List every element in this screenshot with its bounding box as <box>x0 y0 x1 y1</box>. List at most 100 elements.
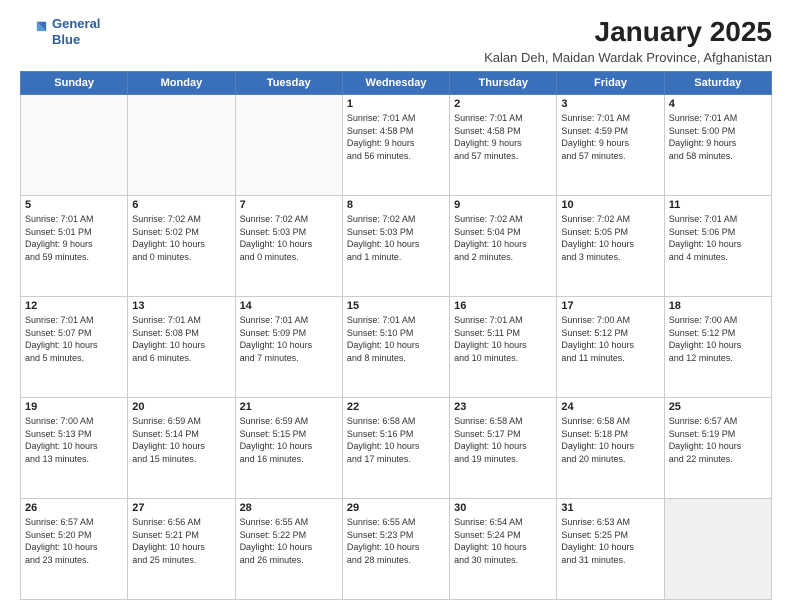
calendar-cell: 10 Sunrise: 7:02 AM Sunset: 5:05 PM Dayli… <box>557 196 664 297</box>
calendar-cell: 30 Sunrise: 6:54 AM Sunset: 5:24 PM Dayli… <box>450 499 557 600</box>
day-number: 13 <box>132 300 230 312</box>
day-number: 16 <box>454 300 552 312</box>
cell-info: Sunrise: 6:58 AM Sunset: 5:18 PM Dayligh… <box>561 415 659 465</box>
cell-info: Sunrise: 7:01 AM Sunset: 5:09 PM Dayligh… <box>240 314 338 364</box>
header: General Blue January 2025 Kalan Deh, Mai… <box>20 16 772 65</box>
calendar-cell: 22 Sunrise: 6:58 AM Sunset: 5:16 PM Dayli… <box>342 398 449 499</box>
day-number: 20 <box>132 401 230 413</box>
cell-info: Sunrise: 7:02 AM Sunset: 5:04 PM Dayligh… <box>454 213 552 263</box>
calendar-week-row: 26 Sunrise: 6:57 AM Sunset: 5:20 PM Dayli… <box>21 499 772 600</box>
cell-info: Sunrise: 7:01 AM Sunset: 5:01 PM Dayligh… <box>25 213 123 263</box>
calendar-cell: 4 Sunrise: 7:01 AM Sunset: 5:00 PM Daylig… <box>664 95 771 196</box>
calendar-cell: 31Sunrise: 6:53 AM Sunset: 5:25 PM Dayli… <box>557 499 664 600</box>
cell-info: Sunrise: 6:57 AM Sunset: 5:20 PM Dayligh… <box>25 516 123 566</box>
calendar-cell: 12Sunrise: 7:01 AM Sunset: 5:07 PM Dayli… <box>21 297 128 398</box>
calendar-cell: 25Sunrise: 6:57 AM Sunset: 5:19 PM Dayli… <box>664 398 771 499</box>
weekday-header: Thursday <box>450 72 557 95</box>
day-number: 19 <box>25 401 123 413</box>
calendar-cell <box>21 95 128 196</box>
day-number: 9 <box>454 199 552 211</box>
cell-info: Sunrise: 7:01 AM Sunset: 4:58 PM Dayligh… <box>454 112 552 162</box>
cell-info: Sunrise: 7:02 AM Sunset: 5:03 PM Dayligh… <box>240 213 338 263</box>
day-number: 21 <box>240 401 338 413</box>
cell-info: Sunrise: 7:01 AM Sunset: 5:11 PM Dayligh… <box>454 314 552 364</box>
calendar-cell: 6Sunrise: 7:02 AM Sunset: 5:02 PM Daylig… <box>128 196 235 297</box>
cell-info: Sunrise: 7:02 AM Sunset: 5:05 PM Dayligh… <box>561 213 659 263</box>
calendar-cell: 27Sunrise: 6:56 AM Sunset: 5:21 PM Dayli… <box>128 499 235 600</box>
calendar-cell <box>664 499 771 600</box>
weekday-header: Monday <box>128 72 235 95</box>
calendar-cell: 21 Sunrise: 6:59 AM Sunset: 5:15 PM Dayli… <box>235 398 342 499</box>
main-title: January 2025 <box>484 16 772 48</box>
day-number: 3 <box>561 98 659 110</box>
calendar-cell <box>128 95 235 196</box>
cell-info: Sunrise: 6:58 AM Sunset: 5:17 PM Dayligh… <box>454 415 552 465</box>
day-number: 4 <box>669 98 767 110</box>
weekday-header: Tuesday <box>235 72 342 95</box>
calendar-cell: 7 Sunrise: 7:02 AM Sunset: 5:03 PM Daylig… <box>235 196 342 297</box>
day-number: 22 <box>347 401 445 413</box>
weekday-header: Sunday <box>21 72 128 95</box>
calendar-cell: 28Sunrise: 6:55 AM Sunset: 5:22 PM Dayli… <box>235 499 342 600</box>
cell-info: Sunrise: 6:58 AM Sunset: 5:16 PM Dayligh… <box>347 415 445 465</box>
day-number: 5 <box>25 199 123 211</box>
day-number: 23 <box>454 401 552 413</box>
day-number: 2 <box>454 98 552 110</box>
day-number: 28 <box>240 502 338 514</box>
calendar-cell: 11Sunrise: 7:01 AM Sunset: 5:06 PM Dayli… <box>664 196 771 297</box>
day-number: 10 <box>561 199 659 211</box>
day-number: 7 <box>240 199 338 211</box>
day-number: 26 <box>25 502 123 514</box>
cell-info: Sunrise: 7:00 AM Sunset: 5:12 PM Dayligh… <box>561 314 659 364</box>
calendar-cell: 15Sunrise: 7:01 AM Sunset: 5:10 PM Dayli… <box>342 297 449 398</box>
calendar-week-row: 1 Sunrise: 7:01 AM Sunset: 4:58 PM Daylig… <box>21 95 772 196</box>
calendar-cell: 18 Sunrise: 7:00 AM Sunset: 5:12 PM Dayli… <box>664 297 771 398</box>
weekday-header: Friday <box>557 72 664 95</box>
cell-info: Sunrise: 7:01 AM Sunset: 5:07 PM Dayligh… <box>25 314 123 364</box>
cell-info: Sunrise: 7:01 AM Sunset: 4:59 PM Dayligh… <box>561 112 659 162</box>
cell-info: Sunrise: 6:59 AM Sunset: 5:15 PM Dayligh… <box>240 415 338 465</box>
cell-info: Sunrise: 7:02 AM Sunset: 5:02 PM Dayligh… <box>132 213 230 263</box>
day-number: 1 <box>347 98 445 110</box>
cell-info: Sunrise: 7:01 AM Sunset: 4:58 PM Dayligh… <box>347 112 445 162</box>
cell-info: Sunrise: 7:00 AM Sunset: 5:12 PM Dayligh… <box>669 314 767 364</box>
calendar-cell: 5 Sunrise: 7:01 AM Sunset: 5:01 PM Daylig… <box>21 196 128 297</box>
cell-info: Sunrise: 6:56 AM Sunset: 5:21 PM Dayligh… <box>132 516 230 566</box>
day-number: 8 <box>347 199 445 211</box>
day-number: 15 <box>347 300 445 312</box>
weekday-header: Saturday <box>664 72 771 95</box>
weekday-header: Wednesday <box>342 72 449 95</box>
title-section: January 2025 Kalan Deh, Maidan Wardak Pr… <box>484 16 772 65</box>
day-number: 31 <box>561 502 659 514</box>
cell-info: Sunrise: 7:02 AM Sunset: 5:03 PM Dayligh… <box>347 213 445 263</box>
calendar-cell: 16 Sunrise: 7:01 AM Sunset: 5:11 PM Dayli… <box>450 297 557 398</box>
calendar-cell: 14Sunrise: 7:01 AM Sunset: 5:09 PM Dayli… <box>235 297 342 398</box>
calendar-week-row: 5 Sunrise: 7:01 AM Sunset: 5:01 PM Daylig… <box>21 196 772 297</box>
calendar-cell: 26 Sunrise: 6:57 AM Sunset: 5:20 PM Dayli… <box>21 499 128 600</box>
day-number: 29 <box>347 502 445 514</box>
day-number: 25 <box>669 401 767 413</box>
day-number: 30 <box>454 502 552 514</box>
calendar-cell <box>235 95 342 196</box>
cell-info: Sunrise: 7:01 AM Sunset: 5:00 PM Dayligh… <box>669 112 767 162</box>
calendar-cell: 19 Sunrise: 7:00 AM Sunset: 5:13 PM Dayli… <box>21 398 128 499</box>
calendar-header-row: SundayMondayTuesdayWednesdayThursdayFrid… <box>21 72 772 95</box>
calendar-cell: 24Sunrise: 6:58 AM Sunset: 5:18 PM Dayli… <box>557 398 664 499</box>
calendar-week-row: 19 Sunrise: 7:00 AM Sunset: 5:13 PM Dayli… <box>21 398 772 499</box>
cell-info: Sunrise: 7:01 AM Sunset: 5:06 PM Dayligh… <box>669 213 767 263</box>
calendar-cell: 29Sunrise: 6:55 AM Sunset: 5:23 PM Dayli… <box>342 499 449 600</box>
calendar-cell: 9 Sunrise: 7:02 AM Sunset: 5:04 PM Daylig… <box>450 196 557 297</box>
page: General Blue January 2025 Kalan Deh, Mai… <box>0 0 792 612</box>
cell-info: Sunrise: 7:01 AM Sunset: 5:08 PM Dayligh… <box>132 314 230 364</box>
subtitle: Kalan Deh, Maidan Wardak Province, Afgha… <box>484 50 772 65</box>
calendar-cell: 8 Sunrise: 7:02 AM Sunset: 5:03 PM Daylig… <box>342 196 449 297</box>
day-number: 18 <box>669 300 767 312</box>
logo: General Blue <box>20 16 100 47</box>
logo-icon <box>20 18 48 46</box>
calendar: SundayMondayTuesdayWednesdayThursdayFrid… <box>20 71 772 600</box>
calendar-cell: 2 Sunrise: 7:01 AM Sunset: 4:58 PM Daylig… <box>450 95 557 196</box>
cell-info: Sunrise: 7:00 AM Sunset: 5:13 PM Dayligh… <box>25 415 123 465</box>
cell-info: Sunrise: 6:54 AM Sunset: 5:24 PM Dayligh… <box>454 516 552 566</box>
calendar-cell: 1 Sunrise: 7:01 AM Sunset: 4:58 PM Daylig… <box>342 95 449 196</box>
calendar-cell: 17Sunrise: 7:00 AM Sunset: 5:12 PM Dayli… <box>557 297 664 398</box>
